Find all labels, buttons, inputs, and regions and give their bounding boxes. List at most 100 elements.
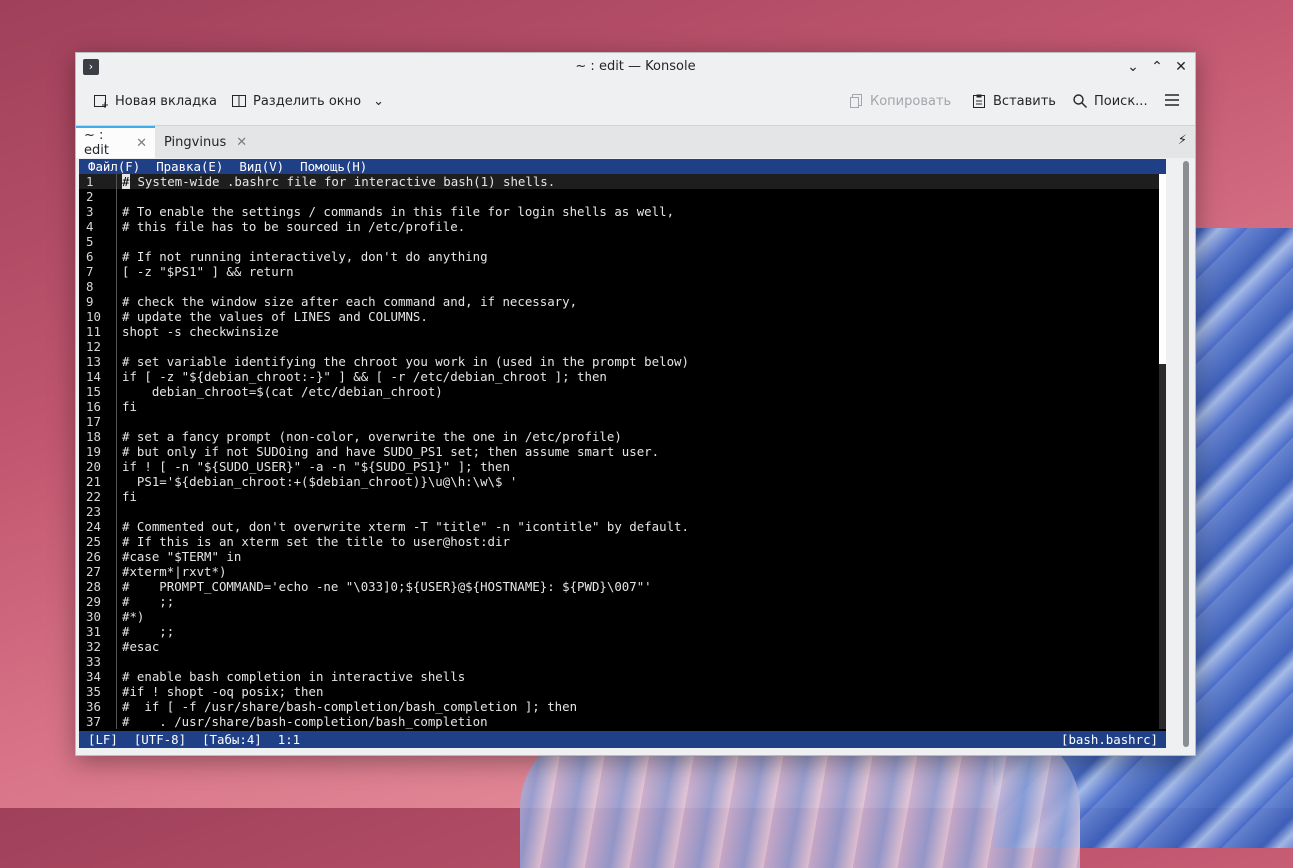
editor-menubar: Файл(F) Правка(E) Вид(V) Помощь(H) bbox=[79, 159, 1166, 174]
line-number: 25 bbox=[86, 534, 101, 549]
editor-line[interactable]: 33 bbox=[79, 654, 1160, 669]
editor-line[interactable]: 15 debian_chroot=$(cat /etc/debian_chroo… bbox=[79, 384, 1160, 399]
paste-button[interactable]: Вставить bbox=[971, 93, 1056, 109]
line-number: 13 bbox=[86, 354, 101, 369]
split-view-button[interactable]: Разделить окно ⌄ bbox=[231, 93, 384, 109]
new-tab-button[interactable]: Новая вкладка bbox=[93, 93, 217, 109]
line-text: #if ! shopt -oq posix; then bbox=[116, 684, 323, 699]
editor-line[interactable]: 23 bbox=[79, 504, 1160, 519]
line-number: 32 bbox=[86, 639, 101, 654]
line-text: # If this is an xterm set the title to u… bbox=[116, 534, 510, 549]
editor-line[interactable]: 14 if [ -z "${debian_chroot:-}" ] && [ -r… bbox=[79, 369, 1160, 384]
line-text: #case "$TERM" in bbox=[116, 549, 241, 564]
copy-label: Копировать bbox=[870, 93, 952, 109]
editor-line[interactable]: 22 fi bbox=[79, 489, 1160, 504]
editor-scrollbar[interactable] bbox=[1159, 174, 1166, 729]
line-text: if ! [ -n "${SUDO_USER}" -a -n "${SUDO_P… bbox=[116, 459, 510, 474]
editor-line[interactable]: 10 # update the values of LINES and COLUM… bbox=[79, 309, 1160, 324]
tab-edit[interactable]: ~ : edit ✕ bbox=[76, 126, 155, 158]
line-number: 21 bbox=[86, 474, 101, 489]
menu-view[interactable]: Вид(V) bbox=[239, 159, 284, 174]
editor-line[interactable]: 5 bbox=[79, 234, 1160, 249]
tab-pingvinus[interactable]: Pingvinus ✕ bbox=[156, 126, 252, 158]
editor-line[interactable]: 34 # enable bash completion in interactiv… bbox=[79, 669, 1160, 684]
chevron-down-icon[interactable]: ⌄ bbox=[373, 94, 384, 109]
konsole-scrollbar[interactable] bbox=[1181, 157, 1191, 749]
line-number: 9 bbox=[86, 294, 94, 309]
menu-file[interactable]: Файл(F) bbox=[88, 159, 140, 174]
minimize-icon[interactable]: ⌄ bbox=[1123, 57, 1143, 77]
editor-line[interactable]: 16 fi bbox=[79, 399, 1160, 414]
line-text bbox=[116, 339, 122, 354]
editor-line[interactable]: 19 # but only if not SUDOing and have SUD… bbox=[79, 444, 1160, 459]
line-number: 12 bbox=[86, 339, 101, 354]
editor-line[interactable]: 21 PS1='${debian_chroot:+($debian_chroot… bbox=[79, 474, 1160, 489]
konsole-scrollbar-thumb[interactable] bbox=[1183, 161, 1189, 747]
editor-line[interactable]: 35 #if ! shopt -oq posix; then bbox=[79, 684, 1160, 699]
close-tab-icon[interactable]: ✕ bbox=[236, 135, 247, 150]
find-button[interactable]: Поиск... bbox=[1072, 93, 1148, 109]
editor-line[interactable]: 17 bbox=[79, 414, 1160, 429]
editor-line[interactable]: 6 # If not running interactively, don't d… bbox=[79, 249, 1160, 264]
editor-scrollbar-thumb[interactable] bbox=[1159, 174, 1166, 364]
editor-text-area[interactable]: 1 # System-wide .bashrc file for interact… bbox=[79, 174, 1160, 729]
menu-edit[interactable]: Правка(E) bbox=[156, 159, 223, 174]
terminal-view[interactable]: Файл(F) Правка(E) Вид(V) Помощь(H) 1 # Sy… bbox=[79, 159, 1166, 748]
editor-line[interactable]: 32 #esac bbox=[79, 639, 1160, 654]
editor-line[interactable]: 11 shopt -s checkwinsize bbox=[79, 324, 1160, 339]
line-text: debian_chroot=$(cat /etc/debian_chroot) bbox=[116, 384, 443, 399]
line-number: 27 bbox=[86, 564, 101, 579]
editor-line[interactable]: 3 # To enable the settings / commands in … bbox=[79, 204, 1160, 219]
editor-line[interactable]: 8 bbox=[79, 279, 1160, 294]
editor-line[interactable]: 28 # PROMPT_COMMAND='echo -ne "\033]0;${U… bbox=[79, 579, 1160, 594]
line-text: # set variable identifying the chroot yo… bbox=[116, 354, 689, 369]
line-number: 5 bbox=[86, 234, 94, 249]
editor-line[interactable]: 13 # set variable identifying the chroot … bbox=[79, 354, 1160, 369]
pin-icon[interactable]: ⚡ bbox=[1178, 133, 1187, 148]
editor-line[interactable]: 9 # check the window size after each comm… bbox=[79, 294, 1160, 309]
line-number: 37 bbox=[86, 714, 101, 729]
editor-line[interactable]: 24 # Commented out, don't overwrite xterm… bbox=[79, 519, 1160, 534]
line-text bbox=[116, 414, 122, 429]
editor-line[interactable]: 1 # System-wide .bashrc file for interact… bbox=[79, 174, 1160, 189]
editor-line[interactable]: 20 if ! [ -n "${SUDO_USER}" -a -n "${SUDO… bbox=[79, 459, 1160, 474]
line-number: 6 bbox=[86, 249, 94, 264]
line-number: 35 bbox=[86, 684, 101, 699]
editor-line[interactable]: 36 # if [ -f /usr/share/bash-completion/b… bbox=[79, 699, 1160, 714]
line-number: 1 bbox=[86, 174, 94, 189]
editor-line[interactable]: 37 # . /usr/share/bash-completion/bash_co… bbox=[79, 714, 1160, 729]
editor-line[interactable]: 31 # ;; bbox=[79, 624, 1160, 639]
editor-line[interactable]: 27 #xterm*|rxvt*) bbox=[79, 564, 1160, 579]
line-number: 10 bbox=[86, 309, 101, 324]
editor-line[interactable]: 25 # If this is an xterm set the title to… bbox=[79, 534, 1160, 549]
editor-line[interactable]: 30 #*) bbox=[79, 609, 1160, 624]
editor-line[interactable]: 12 bbox=[79, 339, 1160, 354]
editor-line[interactable]: 18 # set a fancy prompt (non-color, overw… bbox=[79, 429, 1160, 444]
line-number: 14 bbox=[86, 369, 101, 384]
menu-help[interactable]: Помощь(H) bbox=[300, 159, 367, 174]
status-syntax: [bash.bashrc] bbox=[1061, 732, 1158, 747]
editor-line[interactable]: 7 [ -z "$PS1" ] && return bbox=[79, 264, 1160, 279]
line-number: 19 bbox=[86, 444, 101, 459]
line-text bbox=[116, 279, 122, 294]
search-icon bbox=[1072, 93, 1088, 109]
new-tab-label: Новая вкладка bbox=[115, 93, 217, 109]
konsole-window: › ~ : edit — Konsole ⌄ ⌃ ✕ Новая вкладка… bbox=[75, 52, 1196, 756]
close-tab-icon[interactable]: ✕ bbox=[136, 136, 147, 151]
close-icon[interactable]: ✕ bbox=[1171, 57, 1191, 77]
editor-line[interactable]: 26 #case "$TERM" in bbox=[79, 549, 1160, 564]
line-text: fi bbox=[116, 489, 137, 504]
editor-line[interactable]: 29 # ;; bbox=[79, 594, 1160, 609]
line-text: fi bbox=[116, 399, 137, 414]
line-number: 31 bbox=[86, 624, 101, 639]
maximize-icon[interactable]: ⌃ bbox=[1147, 57, 1167, 77]
line-text: if [ -z "${debian_chroot:-}" ] && [ -r /… bbox=[116, 369, 607, 384]
status-tabs: [Табы:4] bbox=[202, 732, 262, 747]
line-number: 20 bbox=[86, 459, 101, 474]
line-text: # enable bash completion in interactive … bbox=[116, 669, 465, 684]
editor-line[interactable]: 4 # this file has to be sourced in /etc/p… bbox=[79, 219, 1160, 234]
editor-line[interactable]: 2 bbox=[79, 189, 1160, 204]
copy-button[interactable]: Копировать bbox=[848, 93, 951, 109]
tab-label: Pingvinus bbox=[164, 134, 227, 150]
hamburger-menu-icon[interactable] bbox=[1164, 92, 1180, 108]
